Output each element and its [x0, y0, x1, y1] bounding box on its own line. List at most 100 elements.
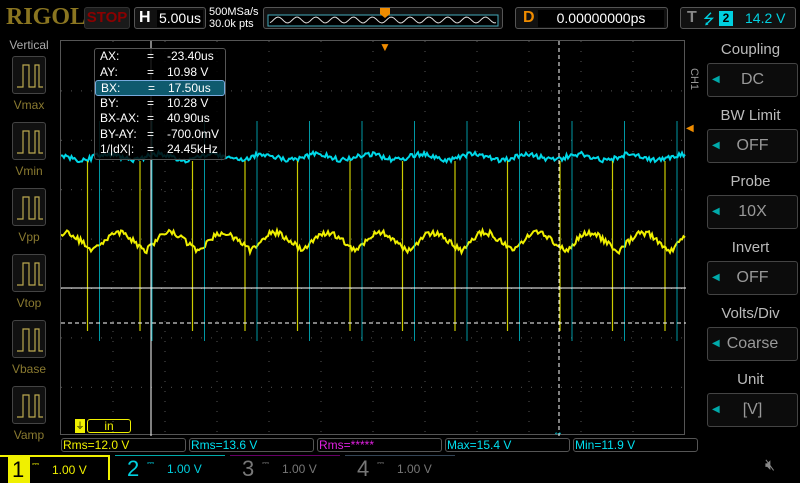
arrow-left-icon: ◀: [712, 394, 720, 426]
menu-title: Invert: [703, 239, 798, 256]
dc-coupling-icon: ⎓: [377, 458, 384, 469]
channel-number: 2: [127, 456, 139, 482]
measurement-result[interactable]: Min=11.9 V: [573, 438, 698, 452]
menu-unit-button[interactable]: ◀ [V]: [707, 393, 798, 427]
arrow-left-icon: ◀: [712, 262, 720, 294]
memory-depth: 30.0k pts: [209, 18, 259, 30]
dc-coupling-icon: ⎓: [262, 458, 269, 469]
cursor-value: 10.28 V: [167, 96, 208, 111]
pulse-icon: [13, 123, 45, 159]
measure-label: Vtop: [0, 296, 58, 310]
cursor-eq: =: [147, 65, 154, 80]
arrow-left-icon: ◀: [712, 130, 720, 162]
cursor-eq: =: [147, 49, 154, 64]
cursor-eq: =: [147, 142, 154, 157]
channel-number: 1: [8, 457, 30, 483]
menu-value: OFF: [737, 269, 769, 286]
cursor-label: BY:: [100, 96, 119, 111]
measure-vtop-button[interactable]: [12, 254, 46, 292]
measure-label: Vamp: [0, 428, 58, 442]
horizontal-timebase[interactable]: H 5.00us: [134, 7, 206, 29]
menu-volts-div-button[interactable]: ◀ Coarse: [707, 327, 798, 361]
menu-title: Volts/Div: [703, 305, 798, 322]
channel-number: 3: [242, 456, 254, 482]
h-label: H: [139, 9, 151, 27]
menu-value: [V]: [743, 401, 763, 418]
cursor-eq: =: [147, 111, 154, 126]
cursor-eq: =: [147, 127, 154, 142]
menu-value: DC: [741, 71, 764, 88]
cursor-label: AY:: [100, 65, 118, 80]
cursor-value: 24.45kHz: [167, 142, 218, 157]
waveform-memory-overview[interactable]: [263, 7, 503, 29]
sound-muted-icon[interactable]: 🔇︎: [765, 457, 775, 475]
measure-vmin-button[interactable]: [12, 122, 46, 160]
channel-number: 4: [357, 456, 369, 482]
menu-title: Coupling: [703, 41, 798, 58]
timebase-value: 5.00us: [157, 10, 203, 27]
channel-2-button[interactable]: 2 ⎓ 1.00 V: [115, 455, 225, 480]
channel-scale: 1.00 V: [52, 463, 87, 477]
cursor-label: BX-AX:: [100, 111, 139, 126]
trigger-source: 2: [719, 11, 733, 26]
menu-probe-button[interactable]: ◀ 10X: [707, 195, 798, 229]
pulse-icon: [13, 255, 45, 291]
arrow-left-icon: ◀: [712, 64, 720, 96]
measure-vbase-button[interactable]: [12, 320, 46, 358]
channel-1-button[interactable]: 1 ⎓ 1.00 V: [0, 455, 110, 480]
cursor-row: BX-AX: = 40.90us: [95, 111, 225, 127]
run-stop-status[interactable]: STOP: [84, 7, 130, 29]
pulse-icon: [13, 189, 45, 225]
measure-label: Vbase: [0, 362, 58, 376]
measurement-result[interactable]: Rms=12.0 V: [61, 438, 186, 452]
menu-invert-button[interactable]: ◀ OFF: [707, 261, 798, 295]
cursor-row: 1/|dX|: = 24.45kHz: [95, 142, 225, 158]
measure-vmax-button[interactable]: [12, 56, 46, 94]
cursor-b-handle-icon[interactable]: ↔: [553, 427, 563, 438]
menu-value: 10X: [738, 203, 766, 220]
cursor-value: -700.0mV: [167, 127, 219, 142]
falling-edge-icon: ⭍: [703, 9, 715, 33]
cursor-label: BY-AY:: [100, 127, 137, 142]
channel-tag: CH1: [688, 68, 700, 90]
delay-value: 0.00000000ps: [538, 10, 664, 27]
cursor-row: BY-AY: = -700.0mV: [95, 127, 225, 143]
sidebar-title: Vertical: [0, 38, 58, 52]
rigol-logo: RIGOL: [6, 4, 86, 31]
menu-title: BW Limit: [703, 107, 798, 124]
cursor-row: BX: = 17.50us: [95, 80, 225, 96]
measure-vpp-button[interactable]: [12, 188, 46, 226]
channel-4-button[interactable]: 4 ⎓ 1.00 V: [345, 455, 455, 480]
dc-coupling-icon: ⎓: [32, 459, 39, 470]
measurement-result[interactable]: Max=15.4 V: [445, 438, 570, 452]
menu-value: Coarse: [727, 335, 779, 352]
delay-box[interactable]: D 0.00000000ps: [515, 7, 668, 29]
menu-title: Probe: [703, 173, 798, 190]
arrow-left-icon: ◀: [712, 328, 720, 360]
menu-value: OFF: [737, 137, 769, 154]
cursor-eq: =: [147, 96, 154, 111]
acquisition-info: 500MSa/s 30.0k pts: [209, 6, 259, 30]
measure-label: Vmax: [0, 98, 58, 112]
trigger-position-icon: ▼: [379, 40, 391, 54]
channel-scale: 1.00 V: [397, 462, 432, 476]
cursor-label: AX:: [100, 49, 119, 64]
measure-vamp-button[interactable]: [12, 386, 46, 424]
cursor-value: 40.90us: [167, 111, 210, 126]
measurement-result[interactable]: Rms=*****: [317, 438, 442, 452]
channel-3-button[interactable]: 3 ⎓ 1.00 V: [230, 455, 340, 480]
dc-coupling-icon: ⎓: [147, 458, 154, 469]
pulse-icon: [13, 387, 45, 423]
measurement-result[interactable]: Rms=13.6 V: [189, 438, 314, 452]
menu-bw-limit-button[interactable]: ◀ OFF: [707, 129, 798, 163]
measure-label: Vpp: [0, 230, 58, 244]
menu-coupling-button[interactable]: ◀ DC: [707, 63, 798, 97]
cursor-value: -23.40us: [167, 49, 214, 64]
cursor-value: 17.50us: [168, 81, 211, 96]
channel-scale: 1.00 V: [167, 462, 202, 476]
cursor-row: AX: = -23.40us: [95, 49, 225, 65]
trigger-box[interactable]: T ⭍ 2 14.2 V: [680, 7, 796, 29]
cursor-label: 1/|dX|:: [100, 142, 134, 157]
cursor-eq: =: [148, 81, 155, 96]
channel-scale: 1.00 V: [282, 462, 317, 476]
